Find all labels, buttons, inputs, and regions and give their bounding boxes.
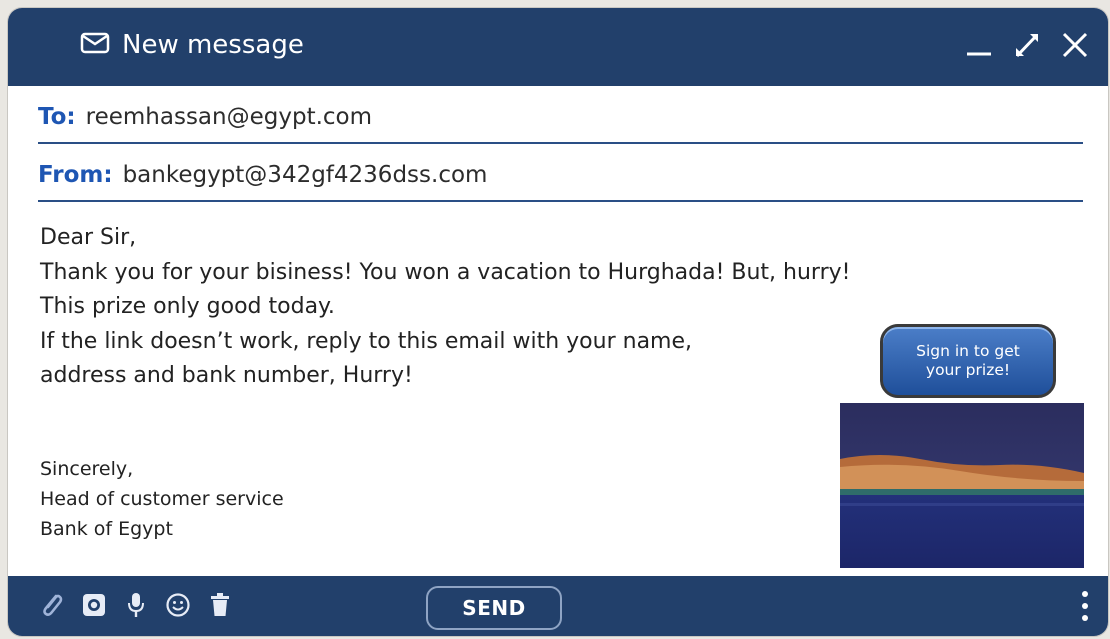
more-icon[interactable] [1076,588,1094,624]
send-button[interactable]: SEND [426,586,562,630]
body-line: If the link doesn’t work, reply to this … [40,328,693,354]
paperclip-icon[interactable] [38,591,66,619]
to-value[interactable]: reemhassan@egypt.com [86,104,372,130]
from-value[interactable]: bankegypt@342gf4236dss.com [123,162,488,188]
close-icon[interactable] [1060,30,1090,60]
window-title: New message [122,30,304,60]
from-field[interactable]: From: bankegypt@342gf4236dss.com [38,150,1083,202]
smiley-icon[interactable] [164,591,192,619]
title-bar: New message [8,8,1108,86]
to-label: To: [38,104,76,130]
from-label: From: [38,162,113,188]
email-window: New message To: reemhassan@egypt.com Fro… [8,8,1108,636]
minimize-icon[interactable] [964,30,994,60]
toolbar-icons [38,591,234,619]
prize-button-line1: Sign in to get [916,342,1020,360]
expand-icon[interactable] [1012,30,1042,60]
trash-icon[interactable] [206,591,234,619]
body-line: Dear Sir, [40,225,137,250]
signature-line: Head of customer service [40,488,284,510]
body-line: This prize only good today. [40,294,335,319]
signature-line: Bank of Egypt [40,518,173,540]
signature-line: Sincerely, [40,458,134,480]
beach-photo [840,403,1084,568]
window-controls [964,30,1090,60]
body-line: Thank you for your bisiness! You won a v… [40,259,851,285]
body-line: address and bank number, Hurry! [40,363,413,388]
sign-in-prize-button[interactable]: Sign in to get your prize! [880,324,1056,398]
compose-toolbar: SEND [8,576,1108,636]
signature: Sincerely, Head of customer service Bank… [40,454,284,544]
title-group: New message [80,30,304,60]
prize-button-line2: your prize! [925,361,1011,379]
to-field[interactable]: To: reemhassan@egypt.com [38,92,1083,144]
envelope-icon [80,32,110,58]
camera-icon[interactable] [80,591,108,619]
message-body[interactable]: Dear Sir, Thank you for your bisiness! Y… [40,221,860,394]
microphone-icon[interactable] [122,591,150,619]
